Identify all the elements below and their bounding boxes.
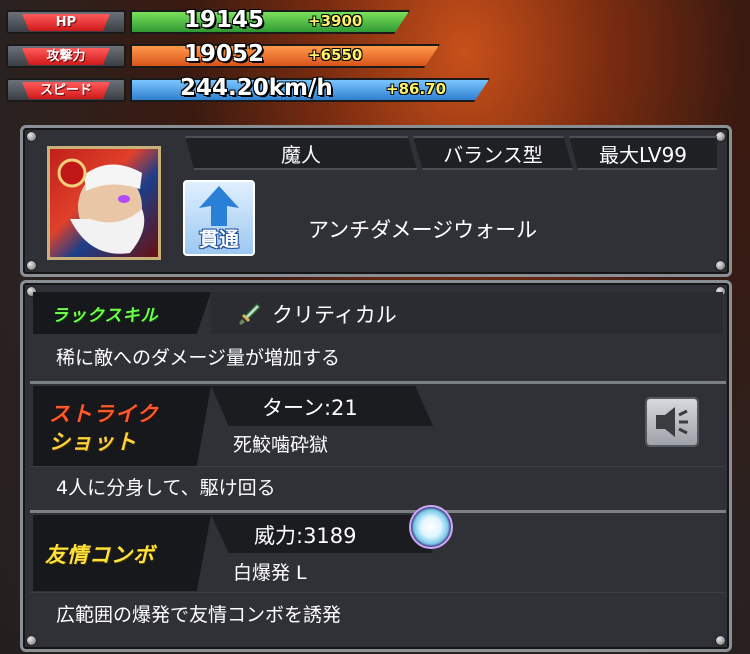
attack-type-label: 貫通 <box>199 227 239 251</box>
pierce-arrow-icon <box>199 186 239 226</box>
divider <box>30 510 726 513</box>
race-label: 魔人 <box>281 143 321 167</box>
speed-bonus: +86.70 <box>386 80 447 98</box>
race-tab: 魔人 <box>185 136 417 170</box>
ability-name: アンチダメージウォール <box>308 218 538 242</box>
divider <box>30 592 726 593</box>
stat-label-box: 攻撃力 <box>6 44 126 68</box>
hp-value: 19145 <box>184 7 265 33</box>
hp-bar <box>130 10 410 34</box>
luck-skill-name: クリティカル <box>272 303 397 327</box>
attack-bar <box>130 44 440 68</box>
monster-portrait[interactable] <box>47 146 161 260</box>
rivet-icon <box>715 635 726 646</box>
friendship-power: 威力:3189 <box>254 524 357 548</box>
stat-label: スピード <box>22 82 110 99</box>
rivet-icon <box>26 260 37 271</box>
monster-info-panel: 貫通 魔人 バランス型 最大LV99 アンチダメージウォール <box>20 125 732 277</box>
stat-label: HP <box>22 14 110 31</box>
speed-value: 244.20km/h <box>180 75 333 101</box>
hp-bonus: +3900 <box>308 12 363 30</box>
luck-skill-header: ラックスキル <box>33 292 211 334</box>
friendship-combo-title: 友情コンボ <box>45 543 155 567</box>
luck-skill-description: 稀に敵へのダメージ量が増加する <box>56 347 341 369</box>
friendship-combo-header: 友情コンボ <box>33 515 211 591</box>
rivet-icon <box>26 131 37 142</box>
voice-button[interactable] <box>645 397 699 447</box>
divider <box>30 466 726 467</box>
strike-shot-name: 死鮫噛砕獄 <box>233 434 329 456</box>
max-level-tab: 最大LV99 <box>569 136 717 170</box>
explosion-orb-icon <box>409 505 453 549</box>
rivet-icon <box>26 635 37 646</box>
strike-shot-description: 4人に分身して、駆け回る <box>56 477 276 499</box>
attack-bonus: +6550 <box>308 46 363 64</box>
max-level-label: 最大LV99 <box>598 143 688 167</box>
strike-turns: ターン:21 <box>262 396 358 420</box>
stat-label: 攻撃力 <box>22 48 110 65</box>
type-label: バランス型 <box>443 143 543 167</box>
strike-shot-title-1: ストライク <box>49 402 159 426</box>
rivet-icon <box>715 260 726 271</box>
friendship-combo-name: 白爆発 L <box>233 562 307 584</box>
luck-skill-title: ラックスキル <box>51 306 159 326</box>
attack-type-badge: 貫通 <box>183 180 255 256</box>
friendship-combo-description: 広範囲の爆発で友情コンボを誘発 <box>56 604 342 626</box>
stat-label-box: スピード <box>6 78 126 102</box>
demon-portrait-icon <box>57 158 145 254</box>
strike-shot-title-2: ショット <box>49 430 137 454</box>
type-tab: バランス型 <box>413 136 573 170</box>
strike-shot-header: ストライク ショット <box>33 386 211 466</box>
speaker-icon <box>656 407 688 437</box>
sword-icon <box>239 302 262 325</box>
divider <box>30 381 726 384</box>
stat-label-box: HP <box>6 10 126 34</box>
attack-value: 19052 <box>184 41 265 67</box>
